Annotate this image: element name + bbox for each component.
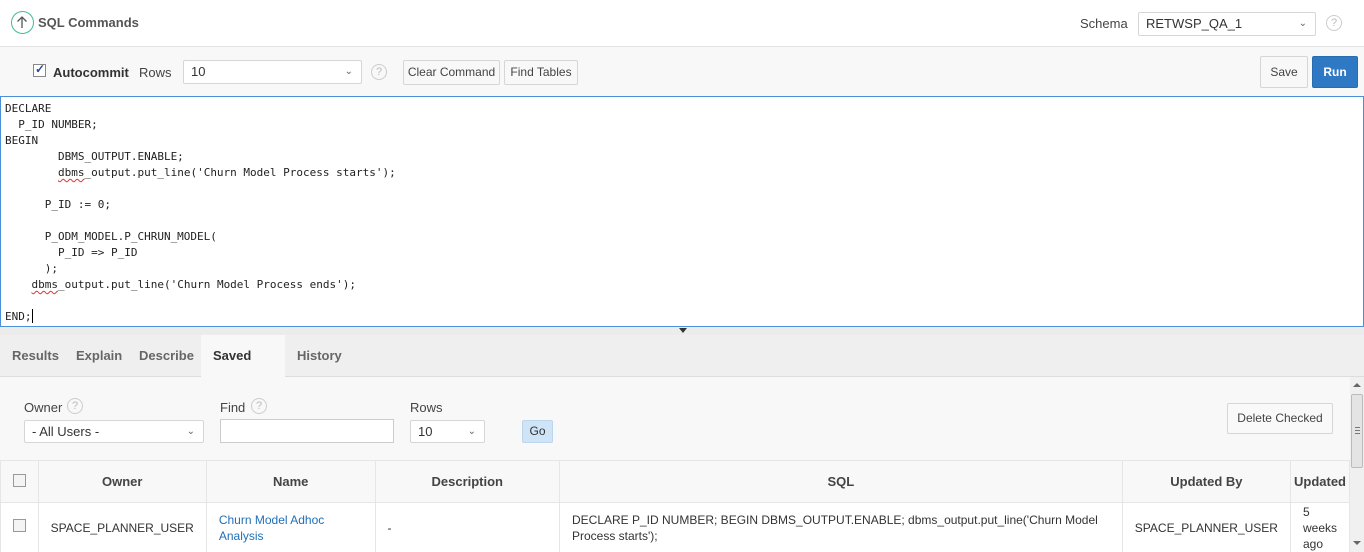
text-caret: [31, 309, 33, 323]
chevron-down-icon: ⌄: [1298, 18, 1307, 29]
code-line: DECLARE: [5, 102, 52, 115]
find-tables-button[interactable]: Find Tables: [504, 60, 578, 85]
vertical-scrollbar[interactable]: [1350, 377, 1364, 552]
select-all-cell: [0, 460, 39, 503]
column-description[interactable]: Description: [374, 460, 560, 503]
row-select-cell: [0, 502, 39, 552]
tab-describe[interactable]: Describe: [127, 335, 206, 377]
collapse-arrow-icon[interactable]: [679, 328, 687, 333]
code-line: P_ODM_MODEL.P_CHRUN_MODEL(: [5, 230, 217, 243]
autocommit-checkbox[interactable]: [33, 62, 46, 77]
sql-commands-logo-icon: [11, 11, 34, 34]
code-line: );: [5, 262, 58, 275]
description-cell: -: [374, 502, 560, 552]
tab-results[interactable]: Results: [0, 335, 71, 377]
find-help-icon[interactable]: ?: [251, 398, 267, 414]
editor-splitter[interactable]: [0, 327, 1364, 335]
code-line: P_ID := 0;: [5, 198, 111, 211]
column-owner[interactable]: Owner: [37, 460, 207, 503]
updated-cell: 5 weeks ago: [1289, 502, 1351, 552]
scroll-up-arrow-icon[interactable]: [1353, 383, 1361, 387]
chevron-down-icon: ⌄: [467, 426, 476, 437]
rows-filter-select[interactable]: 10 ⌄: [410, 420, 485, 443]
code-line: P_ID NUMBER;: [5, 118, 98, 131]
page-header: SQL Commands Schema RETWSP_QA_1 ⌄ ?: [0, 0, 1364, 47]
scrollbar-thumb[interactable]: [1351, 394, 1363, 468]
saved-sql-table: Owner Name Description SQL Updated By Up…: [0, 460, 1351, 552]
results-tabs: Results Explain Describe Saved SQL Histo…: [0, 335, 1364, 405]
schema-select[interactable]: RETWSP_QA_1 ⌄: [1138, 12, 1316, 36]
command-toolbar: Autocommit Rows 10 ⌄ ? Clear Command Fin…: [0, 47, 1364, 97]
rows-filter-label: Rows: [410, 400, 443, 415]
delete-checked-button[interactable]: Delete Checked: [1227, 403, 1333, 434]
select-all-checkbox[interactable]: [12, 473, 26, 487]
tab-saved-sql[interactable]: Saved SQL: [201, 335, 285, 405]
name-link[interactable]: Churn Model Adhoc Analysis: [205, 502, 376, 552]
autocommit-label: Autocommit: [53, 65, 129, 80]
sql-code: DECLARE P_ID NUMBER; BEGIN DBMS_OUTPUT.E…: [5, 101, 396, 325]
table-row: SPACE_PLANNER_USER Churn Model Adhoc Ana…: [0, 502, 1351, 552]
schema-value: RETWSP_QA_1: [1146, 16, 1243, 31]
chevron-down-icon: ⌄: [344, 66, 353, 77]
row-checkbox[interactable]: [12, 519, 26, 532]
code-line: END;: [5, 310, 32, 323]
chevron-down-icon: ⌄: [186, 426, 195, 437]
page-title: SQL Commands: [38, 15, 139, 30]
code-line: dbms_output.put_line('Churn Model Proces…: [57, 166, 396, 179]
owner-value: - All Users -: [32, 424, 100, 439]
scroll-down-arrow-icon[interactable]: [1353, 541, 1361, 545]
owner-select[interactable]: - All Users - ⌄: [24, 420, 204, 443]
code-line: dbms_output.put_line('Churn Model Proces…: [31, 278, 357, 291]
sql-cell: DECLARE P_ID NUMBER; BEGIN DBMS_OUTPUT.E…: [558, 502, 1123, 552]
table-header-row: Owner Name Description SQL Updated By Up…: [0, 460, 1351, 503]
code-line: DBMS_OUTPUT.ENABLE;: [5, 150, 184, 163]
column-updated-by[interactable]: Updated By: [1121, 460, 1291, 503]
tab-explain[interactable]: Explain: [64, 335, 134, 377]
save-button[interactable]: Save: [1260, 56, 1308, 88]
rows-help-icon[interactable]: ?: [371, 64, 387, 80]
run-button[interactable]: Run: [1312, 56, 1358, 88]
column-sql[interactable]: SQL: [558, 460, 1123, 503]
schema-label: Schema: [1080, 16, 1128, 31]
sql-editor[interactable]: DECLARE P_ID NUMBER; BEGIN DBMS_OUTPUT.E…: [0, 96, 1364, 327]
code-line: BEGIN: [5, 134, 39, 147]
saved-sql-filters: Owner ? - All Users - ⌄ Find ? Rows 10 ⌄…: [0, 377, 1350, 461]
owner-label: Owner: [24, 400, 63, 415]
code-line: P_ID => P_ID: [5, 246, 138, 259]
owner-help-icon[interactable]: ?: [67, 398, 83, 414]
rows-value: 10: [191, 64, 206, 79]
column-name[interactable]: Name: [205, 460, 376, 503]
updated-by-cell: SPACE_PLANNER_USER: [1121, 502, 1291, 552]
owner-cell: SPACE_PLANNER_USER: [37, 502, 207, 552]
clear-command-button[interactable]: Clear Command: [403, 60, 500, 85]
rows-label: Rows: [139, 65, 172, 80]
rows-select[interactable]: 10 ⌄: [183, 60, 362, 84]
column-updated[interactable]: Updated: [1289, 460, 1351, 503]
rows-filter-value: 10: [418, 424, 433, 439]
tab-history[interactable]: History: [285, 335, 354, 377]
grip-icon: [1355, 427, 1360, 434]
find-label: Find: [220, 400, 246, 415]
schema-help-icon[interactable]: ?: [1326, 15, 1342, 31]
go-button[interactable]: Go: [522, 420, 553, 443]
find-input[interactable]: [220, 419, 394, 443]
